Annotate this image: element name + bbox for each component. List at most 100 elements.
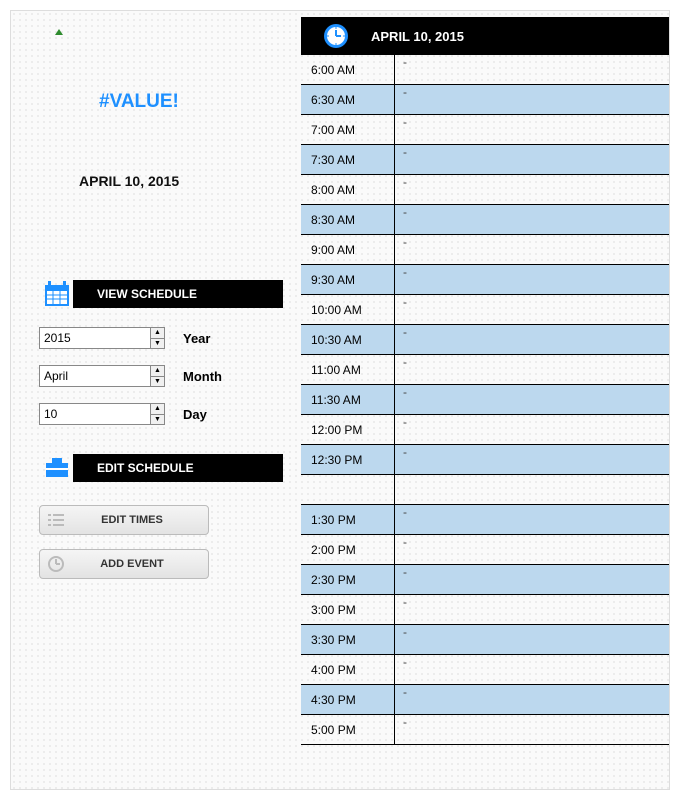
calendar-icon bbox=[39, 276, 75, 312]
event-cell[interactable]: - bbox=[395, 115, 669, 144]
spin-up-icon[interactable]: ▲ bbox=[151, 366, 164, 377]
schedule-row[interactable]: 10:30 AM- bbox=[301, 325, 669, 355]
spin-down-icon[interactable]: ▼ bbox=[151, 415, 164, 425]
schedule-row[interactable]: 11:30 AM- bbox=[301, 385, 669, 415]
edit-schedule-label: EDIT SCHEDULE bbox=[73, 454, 283, 482]
month-row: ▲▼ Month bbox=[39, 365, 283, 387]
schedule-row[interactable]: 8:30 AM- bbox=[301, 205, 669, 235]
time-cell: 8:00 AM bbox=[301, 175, 395, 204]
event-cell[interactable]: - bbox=[395, 715, 669, 744]
schedule-row[interactable]: 1:30 PM- bbox=[301, 505, 669, 535]
schedule-row[interactable]: 6:30 AM- bbox=[301, 85, 669, 115]
schedule-row[interactable]: 3:30 PM- bbox=[301, 625, 669, 655]
schedule-row[interactable]: 2:30 PM- bbox=[301, 565, 669, 595]
date-selectors: ▲▼ Year ▲▼ Month ▲▼ Day bbox=[39, 327, 283, 425]
day-spinner[interactable]: ▲▼ bbox=[151, 403, 165, 425]
sidebar: #VALUE! APRIL 10, 2015 VIEW SCHEDULE bbox=[11, 11, 301, 789]
day-row: ▲▼ Day bbox=[39, 403, 283, 425]
year-spinner[interactable]: ▲▼ bbox=[151, 327, 165, 349]
time-cell: 11:30 AM bbox=[301, 385, 395, 414]
time-cell: 4:30 PM bbox=[301, 685, 395, 714]
time-cell: 3:00 PM bbox=[301, 595, 395, 624]
time-cell bbox=[301, 475, 395, 504]
list-icon bbox=[40, 513, 72, 527]
time-cell: 8:30 AM bbox=[301, 205, 395, 234]
schedule-row[interactable]: 8:00 AM- bbox=[301, 175, 669, 205]
schedule-row[interactable]: 4:30 PM- bbox=[301, 685, 669, 715]
view-schedule-header: VIEW SCHEDULE bbox=[39, 279, 283, 309]
app-frame: #VALUE! APRIL 10, 2015 VIEW SCHEDULE bbox=[10, 10, 670, 790]
schedule-row[interactable]: 2:00 PM- bbox=[301, 535, 669, 565]
schedule-row[interactable]: 12:30 PM- bbox=[301, 445, 669, 475]
spin-up-icon[interactable]: ▲ bbox=[151, 328, 164, 339]
schedule-row[interactable]: 5:00 PM- bbox=[301, 715, 669, 745]
edit-schedule-header: EDIT SCHEDULE bbox=[39, 453, 283, 483]
event-cell[interactable]: - bbox=[395, 175, 669, 204]
event-cell[interactable]: - bbox=[395, 145, 669, 174]
event-cell[interactable]: - bbox=[395, 415, 669, 444]
schedule-row[interactable]: 9:00 AM- bbox=[301, 235, 669, 265]
year-row: ▲▼ Year bbox=[39, 327, 283, 349]
schedule-header: APRIL 10, 2015 bbox=[301, 17, 669, 55]
spin-down-icon[interactable]: ▼ bbox=[151, 377, 164, 387]
schedule-panel: APRIL 10, 2015 6:00 AM-6:30 AM-7:00 AM-7… bbox=[301, 11, 669, 789]
schedule-row[interactable]: 10:00 AM- bbox=[301, 295, 669, 325]
edit-times-button[interactable]: EDIT TIMES bbox=[39, 505, 209, 535]
time-cell: 10:30 AM bbox=[301, 325, 395, 354]
event-cell[interactable]: - bbox=[395, 355, 669, 384]
time-cell: 6:00 AM bbox=[301, 55, 395, 84]
schedule-row[interactable]: 9:30 AM- bbox=[301, 265, 669, 295]
event-cell[interactable]: - bbox=[395, 385, 669, 414]
value-error-text: #VALUE! bbox=[99, 91, 283, 113]
add-event-button[interactable]: ADD EVENT bbox=[39, 549, 209, 579]
schedule-row[interactable]: 12:00 PM- bbox=[301, 415, 669, 445]
event-cell[interactable]: - bbox=[395, 85, 669, 114]
time-cell: 1:30 PM bbox=[301, 505, 395, 534]
schedule-header-date: APRIL 10, 2015 bbox=[371, 29, 464, 44]
schedule-row[interactable]: 11:00 AM- bbox=[301, 355, 669, 385]
time-cell: 5:00 PM bbox=[301, 715, 395, 744]
event-cell[interactable]: - bbox=[395, 295, 669, 324]
event-cell[interactable]: - bbox=[395, 625, 669, 654]
time-cell: 2:00 PM bbox=[301, 535, 395, 564]
schedule-row[interactable]: 6:00 AM- bbox=[301, 55, 669, 85]
year-label: Year bbox=[183, 331, 210, 346]
event-cell[interactable]: - bbox=[395, 235, 669, 264]
event-cell[interactable]: - bbox=[395, 265, 669, 294]
event-cell[interactable]: - bbox=[395, 505, 669, 534]
event-cell[interactable]: - bbox=[395, 325, 669, 354]
event-cell[interactable]: - bbox=[395, 565, 669, 594]
day-label: Day bbox=[183, 407, 207, 422]
spin-up-icon[interactable]: ▲ bbox=[151, 404, 164, 415]
year-input[interactable] bbox=[39, 327, 151, 349]
time-cell: 9:00 AM bbox=[301, 235, 395, 264]
schedule-row[interactable]: 7:00 AM- bbox=[301, 115, 669, 145]
clock-outline-icon bbox=[40, 555, 72, 573]
time-cell: 11:00 AM bbox=[301, 355, 395, 384]
action-buttons: EDIT TIMES ADD EVENT bbox=[39, 505, 283, 579]
event-cell[interactable]: - bbox=[395, 655, 669, 684]
add-event-label: ADD EVENT bbox=[72, 558, 208, 570]
event-cell[interactable]: - bbox=[395, 595, 669, 624]
month-input[interactable] bbox=[39, 365, 151, 387]
event-cell[interactable]: - bbox=[395, 55, 669, 84]
event-cell[interactable]: - bbox=[395, 685, 669, 714]
time-cell: 6:30 AM bbox=[301, 85, 395, 114]
day-input[interactable] bbox=[39, 403, 151, 425]
view-schedule-label: VIEW SCHEDULE bbox=[73, 280, 283, 308]
event-cell[interactable]: - bbox=[395, 205, 669, 234]
schedule-row[interactable]: 7:30 AM- bbox=[301, 145, 669, 175]
schedule-row[interactable]: 3:00 PM- bbox=[301, 595, 669, 625]
event-cell[interactable] bbox=[395, 475, 669, 504]
month-spinner[interactable]: ▲▼ bbox=[151, 365, 165, 387]
schedule-row[interactable]: 4:00 PM- bbox=[301, 655, 669, 685]
schedule-row[interactable] bbox=[301, 475, 669, 505]
schedule-body: 6:00 AM-6:30 AM-7:00 AM-7:30 AM-8:00 AM-… bbox=[301, 55, 669, 745]
event-cell[interactable]: - bbox=[395, 535, 669, 564]
event-cell[interactable]: - bbox=[395, 445, 669, 474]
briefcase-icon bbox=[39, 450, 75, 486]
clock-icon bbox=[301, 22, 371, 50]
time-cell: 3:30 PM bbox=[301, 625, 395, 654]
edit-times-label: EDIT TIMES bbox=[72, 514, 208, 526]
spin-down-icon[interactable]: ▼ bbox=[151, 339, 164, 349]
